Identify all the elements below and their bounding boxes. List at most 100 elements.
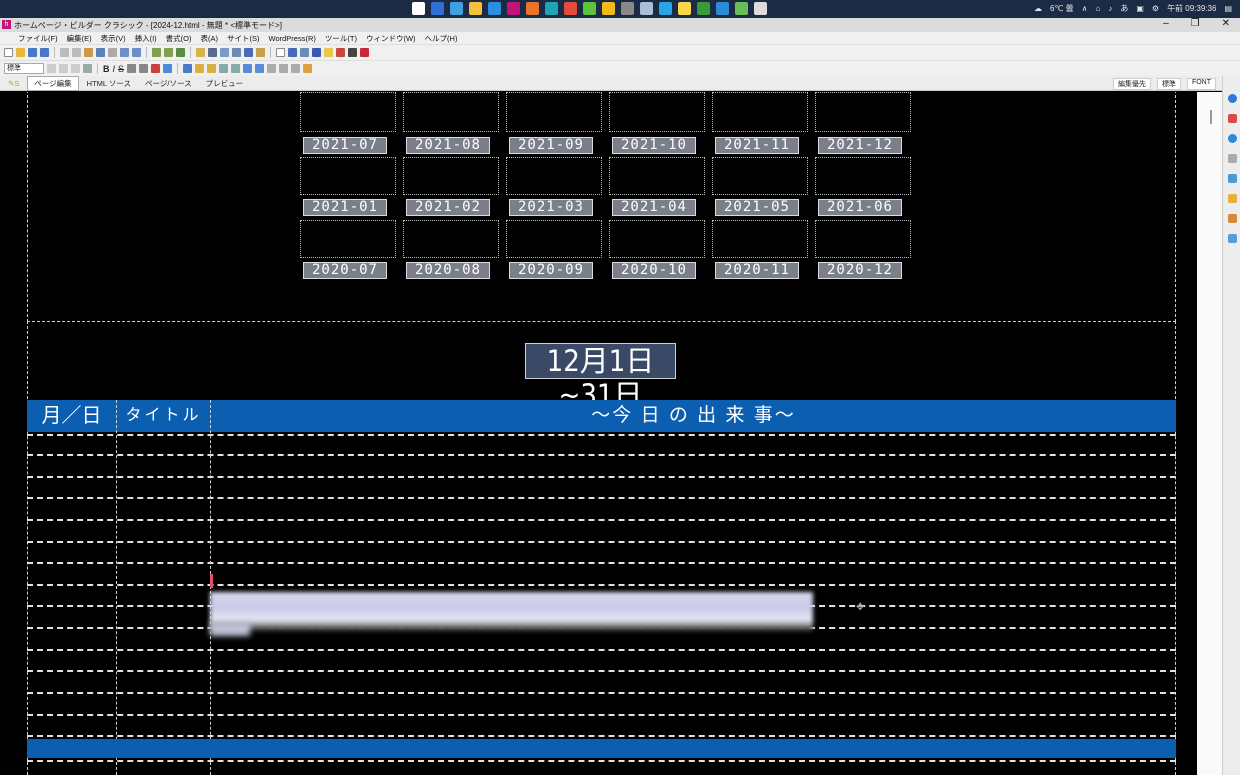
cut-icon[interactable] xyxy=(60,48,69,57)
app-icon[interactable] xyxy=(450,2,463,15)
align-right-icon[interactable] xyxy=(71,64,80,73)
month-archive-link[interactable]: 2021-01 xyxy=(303,199,387,216)
cell-align-icon[interactable] xyxy=(243,64,253,73)
replace-icon[interactable] xyxy=(132,48,141,57)
chrome-icon[interactable] xyxy=(564,2,577,15)
table-icon[interactable] xyxy=(183,64,193,73)
month-archive-link[interactable]: 2021-11 xyxy=(715,137,799,154)
notes-icon[interactable] xyxy=(678,2,691,15)
homepage-builder-icon[interactable] xyxy=(507,2,520,15)
month-archive-link[interactable]: 2021-07 xyxy=(303,137,387,154)
app-tray-icon[interactable]: ▣ xyxy=(1136,4,1144,13)
spell-check-icon[interactable] xyxy=(256,48,265,57)
month-archive-link[interactable]: 2021-05 xyxy=(715,199,799,216)
panel-icon[interactable] xyxy=(1228,234,1237,243)
maximize-icon[interactable]: ❐ xyxy=(1191,18,1200,29)
edit-icon[interactable] xyxy=(1228,214,1237,223)
app-icon[interactable] xyxy=(431,2,444,15)
tab-html-source[interactable]: HTML ソース xyxy=(81,77,137,90)
table-insert-icon[interactable] xyxy=(176,48,185,57)
picture-icon[interactable] xyxy=(208,48,217,57)
cell-props-icon[interactable] xyxy=(291,64,301,73)
list-icon[interactable] xyxy=(83,64,92,73)
month-archive-link[interactable]: 2021-02 xyxy=(406,199,490,216)
tab-preview[interactable]: プレビュー xyxy=(200,77,250,90)
font-select[interactable]: FONT xyxy=(1186,78,1216,90)
app-icon[interactable] xyxy=(754,2,767,15)
menu-insert[interactable]: 挿入(I) xyxy=(135,33,157,44)
form-icon[interactable] xyxy=(232,48,241,57)
italic-icon[interactable]: I xyxy=(113,64,116,74)
month-archive-link[interactable]: 2020-07 xyxy=(303,262,387,279)
text-icon[interactable] xyxy=(244,48,253,57)
undo-icon[interactable] xyxy=(96,48,105,57)
font-size-down-icon[interactable] xyxy=(139,64,149,73)
app-icon[interactable] xyxy=(659,2,672,15)
horizontal-rule-icon[interactable] xyxy=(220,48,229,57)
month-archive-link[interactable]: 2020-11 xyxy=(715,262,799,279)
font-color-icon[interactable] xyxy=(151,64,161,73)
menu-table[interactable]: 表(A) xyxy=(201,33,219,44)
sitemap-icon[interactable] xyxy=(1228,174,1237,183)
font-size-up-icon[interactable] xyxy=(127,64,137,73)
close-icon[interactable]: ✕ xyxy=(1222,18,1230,29)
folder-icon[interactable] xyxy=(1228,194,1237,203)
month-archive-link[interactable]: 2020-09 xyxy=(509,262,593,279)
grid-icon[interactable] xyxy=(312,48,321,57)
weather-icon[interactable]: ☁ xyxy=(1034,4,1042,13)
insert-row-icon[interactable] xyxy=(195,64,205,73)
pencil-icon[interactable] xyxy=(196,48,205,57)
volume-icon[interactable]: ♪ xyxy=(1108,4,1112,13)
app-icon[interactable] xyxy=(602,2,615,15)
menu-tools[interactable]: ツール(T) xyxy=(325,33,357,44)
vertical-scrollbar[interactable] xyxy=(1197,92,1222,775)
folder-icon[interactable] xyxy=(469,2,482,15)
menu-window[interactable]: ウィンドウ(W) xyxy=(366,33,416,44)
bold-icon[interactable]: B xyxy=(103,64,110,74)
redo-icon[interactable] xyxy=(108,48,117,57)
save-all-icon[interactable] xyxy=(40,48,49,57)
save-icon[interactable] xyxy=(28,48,37,57)
editor-canvas[interactable]: 2021-07 2021-08 2021-09 2021-10 2021-11 2021-… xyxy=(0,92,1222,775)
link-icon[interactable] xyxy=(152,48,161,57)
menu-edit[interactable]: 編集(E) xyxy=(67,33,92,44)
paste-icon[interactable] xyxy=(84,48,93,57)
page-icon[interactable] xyxy=(276,48,285,57)
wordpress-icon[interactable] xyxy=(1228,134,1237,143)
month-archive-link[interactable]: 2021-10 xyxy=(612,137,696,154)
weather-text[interactable]: 6℃ 曇 xyxy=(1050,3,1074,14)
app-icon[interactable] xyxy=(735,2,748,15)
month-archive-link[interactable]: 2020-08 xyxy=(406,262,490,279)
network-icon[interactable]: ⌂ xyxy=(1095,4,1100,13)
app-icon[interactable] xyxy=(583,2,596,15)
layers-icon[interactable] xyxy=(1228,114,1237,123)
style-select[interactable]: 標準 xyxy=(4,63,44,74)
strikethrough-icon[interactable]: S xyxy=(118,64,124,74)
scrollbar-thumb[interactable] xyxy=(1210,110,1212,124)
ime-indicator[interactable]: あ xyxy=(1120,3,1128,14)
align-center-icon[interactable] xyxy=(59,64,68,73)
month-archive-link[interactable]: 2020-10 xyxy=(612,262,696,279)
align-left-icon[interactable] xyxy=(47,64,56,73)
month-archive-link[interactable]: 2020-12 xyxy=(818,262,902,279)
menu-format[interactable]: 書式(O) xyxy=(166,33,192,44)
new-file-icon[interactable] xyxy=(4,48,13,57)
app-icon[interactable] xyxy=(640,2,653,15)
help-icon[interactable] xyxy=(1228,94,1237,103)
start-icon[interactable] xyxy=(412,2,425,15)
notification-icon[interactable]: ▤ xyxy=(1224,4,1232,13)
tab-page-source[interactable]: ページ/ソース xyxy=(139,77,198,90)
find-icon[interactable] xyxy=(120,48,129,57)
settings-icon[interactable]: ⚙ xyxy=(1152,4,1159,13)
menu-site[interactable]: サイト(S) xyxy=(227,33,260,44)
edit-mode-icon[interactable]: ✎S xyxy=(2,78,25,89)
image-icon[interactable] xyxy=(164,48,173,57)
chevron-up-icon[interactable]: ∧ xyxy=(1082,4,1088,13)
scissors-icon[interactable] xyxy=(348,48,357,57)
minimize-icon[interactable]: – xyxy=(1163,18,1169,29)
app-icon[interactable] xyxy=(526,2,539,15)
month-archive-link[interactable]: 2021-08 xyxy=(406,137,490,154)
insert-col-icon[interactable] xyxy=(207,64,217,73)
month-archive-link[interactable]: 2021-06 xyxy=(818,199,902,216)
merge-cells-icon[interactable] xyxy=(219,64,229,73)
